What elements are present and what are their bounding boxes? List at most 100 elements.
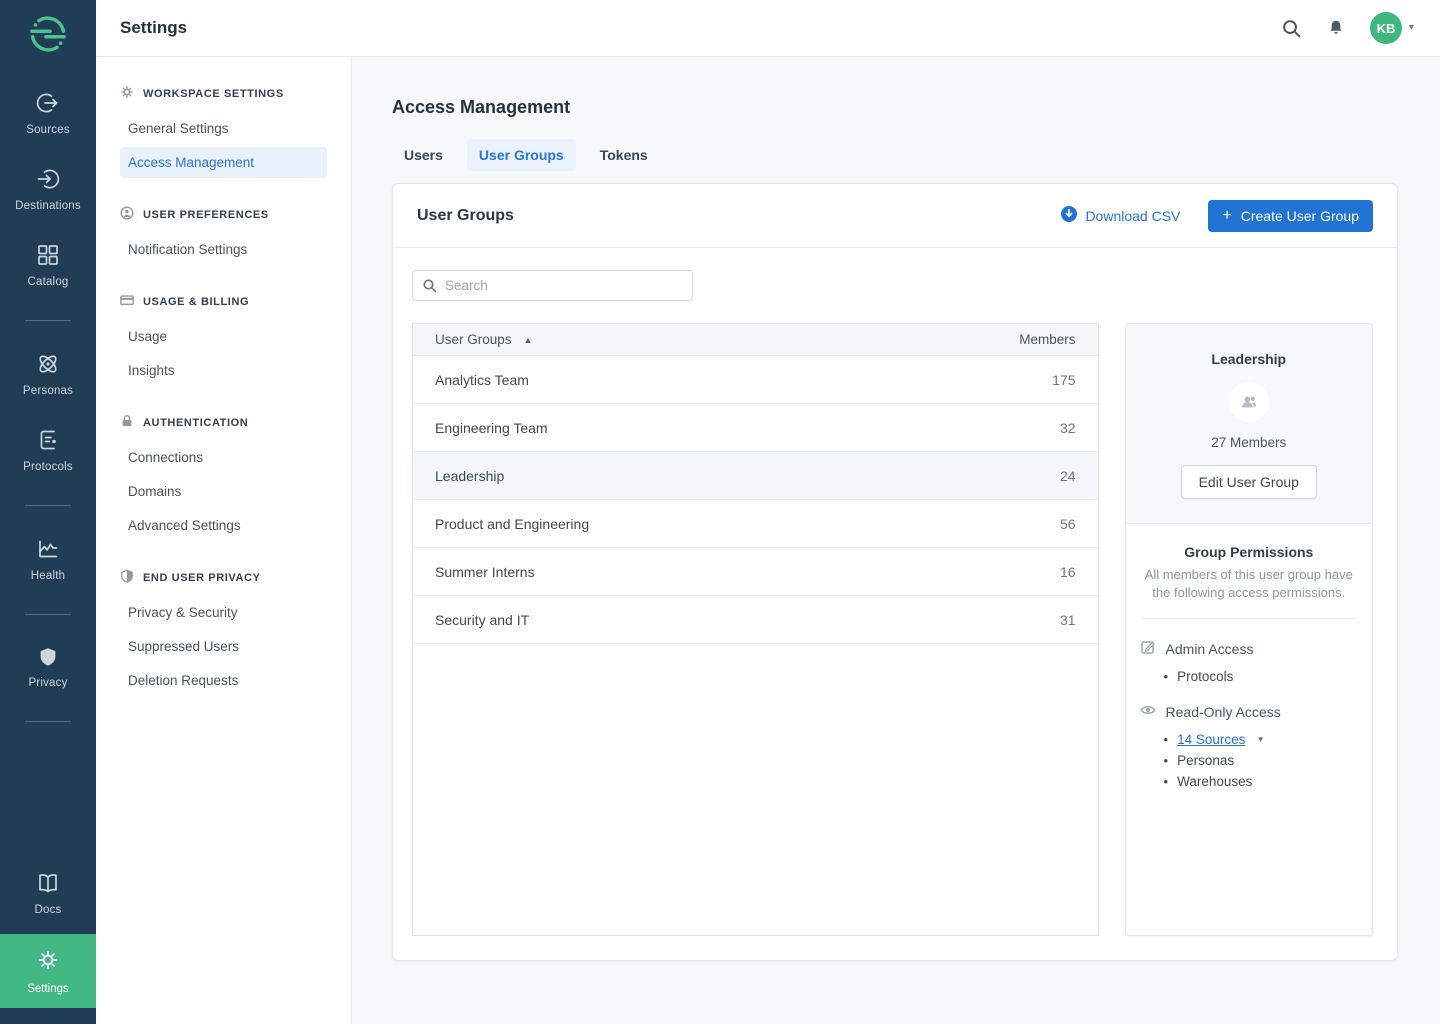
group-detail-panel: Leadership 27 Members Edit User Group: [1125, 323, 1373, 936]
sidebar-item-destinations[interactable]: Destinations: [0, 166, 96, 212]
sidebar-item-protocols[interactable]: Protocols: [0, 427, 96, 473]
user-circle-icon: [120, 206, 134, 223]
tab-users[interactable]: Users: [392, 139, 455, 171]
nav-item-connections[interactable]: Connections: [120, 442, 327, 473]
sidebar-item-label: Catalog: [27, 276, 68, 288]
bullet: •: [1164, 666, 1169, 687]
user-menu[interactable]: KB ▾: [1370, 12, 1414, 44]
tab-user-groups[interactable]: User Groups: [467, 139, 576, 171]
sources-icon: [35, 90, 61, 116]
settings-nav: WORKSPACE SETTINGS General Settings Acce…: [96, 57, 352, 1024]
protocols-icon: [35, 427, 61, 453]
nav-section-authentication: AUTHENTICATION Connections Domains Advan…: [120, 414, 327, 541]
nav-item-deletion-requests[interactable]: Deletion Requests: [120, 665, 327, 696]
sidebar-item-sources[interactable]: Sources: [0, 90, 96, 136]
nav-item-suppressed-users[interactable]: Suppressed Users: [120, 631, 327, 662]
column-header-user-groups[interactable]: User Groups: [435, 332, 512, 347]
download-csv-link[interactable]: Download CSV: [1061, 206, 1180, 225]
nav-item-access-management[interactable]: Access Management: [120, 147, 327, 178]
sidebar-item-privacy[interactable]: Privacy: [0, 645, 96, 689]
search-input[interactable]: [412, 270, 693, 301]
eye-icon: [1140, 702, 1156, 721]
admin-access-group: Admin Access • Protocols: [1140, 639, 1358, 687]
table-row[interactable]: Summer Interns 16: [413, 548, 1098, 596]
credit-card-icon: [120, 293, 134, 310]
divider: [1142, 618, 1356, 619]
people-icon: [1239, 392, 1259, 412]
read-only-access-header: Read-Only Access: [1140, 702, 1358, 721]
topbar-actions: KB ▾: [1281, 12, 1414, 44]
sidebar-divider: [25, 505, 71, 506]
group-avatar: [1229, 382, 1269, 422]
sidebar-item-label: Privacy: [28, 677, 67, 689]
nav-section-end-user-privacy: END USER PRIVACY Privacy & Security Supp…: [120, 569, 327, 696]
group-members-count: 16: [1060, 564, 1076, 580]
nav-item-notification-settings[interactable]: Notification Settings: [120, 234, 327, 265]
group-members-count: 56: [1060, 516, 1076, 532]
column-header-members[interactable]: Members: [1019, 332, 1075, 347]
group-members-count: 31: [1060, 612, 1076, 628]
table-row[interactable]: Analytics Team 175: [413, 356, 1098, 404]
list-item: • Personas: [1164, 750, 1358, 771]
sources-count-link[interactable]: 14 Sources: [1177, 729, 1245, 750]
list-item: • Protocols: [1164, 666, 1358, 687]
group-name: Summer Interns: [435, 564, 535, 580]
sidebar-item-personas[interactable]: Personas: [0, 351, 96, 397]
table-and-panel: User Groups ▲ Members Analytics Team 175…: [412, 323, 1373, 936]
sidebar-divider: [25, 614, 71, 615]
table-row[interactable]: Engineering Team 32: [413, 404, 1098, 452]
user-groups-card: User Groups Download CSV + Create User G…: [392, 183, 1398, 961]
edit-user-group-button[interactable]: Edit User Group: [1181, 465, 1317, 499]
topbar: Settings KB ▾: [96, 0, 1440, 57]
table-row-selected[interactable]: Leadership 24: [413, 452, 1098, 500]
bullet: •: [1164, 771, 1169, 792]
group-members-count: 24: [1060, 468, 1076, 484]
avatar[interactable]: KB: [1370, 12, 1402, 44]
table-empty-area: [413, 644, 1098, 935]
group-name: Leadership: [435, 468, 504, 484]
nav-item-general-settings[interactable]: General Settings: [120, 113, 327, 144]
segment-logo-icon[interactable]: [27, 13, 69, 60]
nav-item-domains[interactable]: Domains: [120, 476, 327, 507]
search-field: [412, 270, 693, 301]
nav-item-privacy-security[interactable]: Privacy & Security: [120, 597, 327, 628]
table-row[interactable]: Security and IT 31: [413, 596, 1098, 644]
health-chart-icon: [35, 536, 61, 562]
sidebar-item-health[interactable]: Health: [0, 536, 96, 582]
nav-section-header: WORKSPACE SETTINGS: [120, 85, 327, 102]
search-icon[interactable]: [1281, 18, 1302, 39]
download-icon: [1061, 206, 1077, 225]
read-only-access-group: Read-Only Access • 14 Sources ▾ •: [1140, 702, 1358, 792]
group-name: Product and Engineering: [435, 516, 589, 532]
search-icon: [422, 278, 437, 293]
permissions-description: All members of this user group have the …: [1140, 566, 1358, 602]
notifications-bell-icon[interactable]: [1326, 18, 1346, 38]
sidebar-item-docs[interactable]: Docs: [0, 870, 96, 916]
nav-item-usage[interactable]: Usage: [120, 321, 327, 352]
sort-ascending-icon[interactable]: ▲: [524, 335, 533, 345]
nav-section-workspace-settings: WORKSPACE SETTINGS General Settings Acce…: [120, 85, 327, 178]
chevron-down-icon: ▾: [1409, 23, 1414, 33]
table-row[interactable]: Product and Engineering 56: [413, 500, 1098, 548]
group-members-count: 32: [1060, 420, 1076, 436]
catalog-grid-icon: [35, 242, 61, 268]
sidebar-item-label: Settings: [27, 983, 69, 995]
admin-access-header: Admin Access: [1140, 639, 1358, 658]
nav-item-insights[interactable]: Insights: [120, 355, 327, 386]
bullet: •: [1164, 750, 1169, 771]
card-header: User Groups Download CSV + Create User G…: [393, 184, 1397, 248]
sidebar-item-settings-active[interactable]: Settings: [0, 934, 96, 1008]
sidebar-item-label: Destinations: [15, 200, 81, 212]
nav-section-header: USER PREFERENCES: [120, 206, 327, 223]
app-sidebar: Sources Destinations Catalog Personas: [0, 0, 96, 1024]
create-user-group-button[interactable]: + Create User Group: [1208, 200, 1373, 232]
destinations-icon: [35, 166, 61, 192]
sidebar-item-catalog[interactable]: Catalog: [0, 242, 96, 288]
chevron-down-icon[interactable]: ▾: [1258, 729, 1263, 750]
nav-section-header: END USER PRIVACY: [120, 569, 327, 586]
tab-tokens[interactable]: Tokens: [588, 139, 660, 171]
tabs: Users User Groups Tokens: [392, 139, 1440, 171]
nav-item-advanced-settings[interactable]: Advanced Settings: [120, 510, 327, 541]
card-actions: Download CSV + Create User Group: [1061, 200, 1373, 232]
sidebar-divider: [25, 320, 71, 321]
